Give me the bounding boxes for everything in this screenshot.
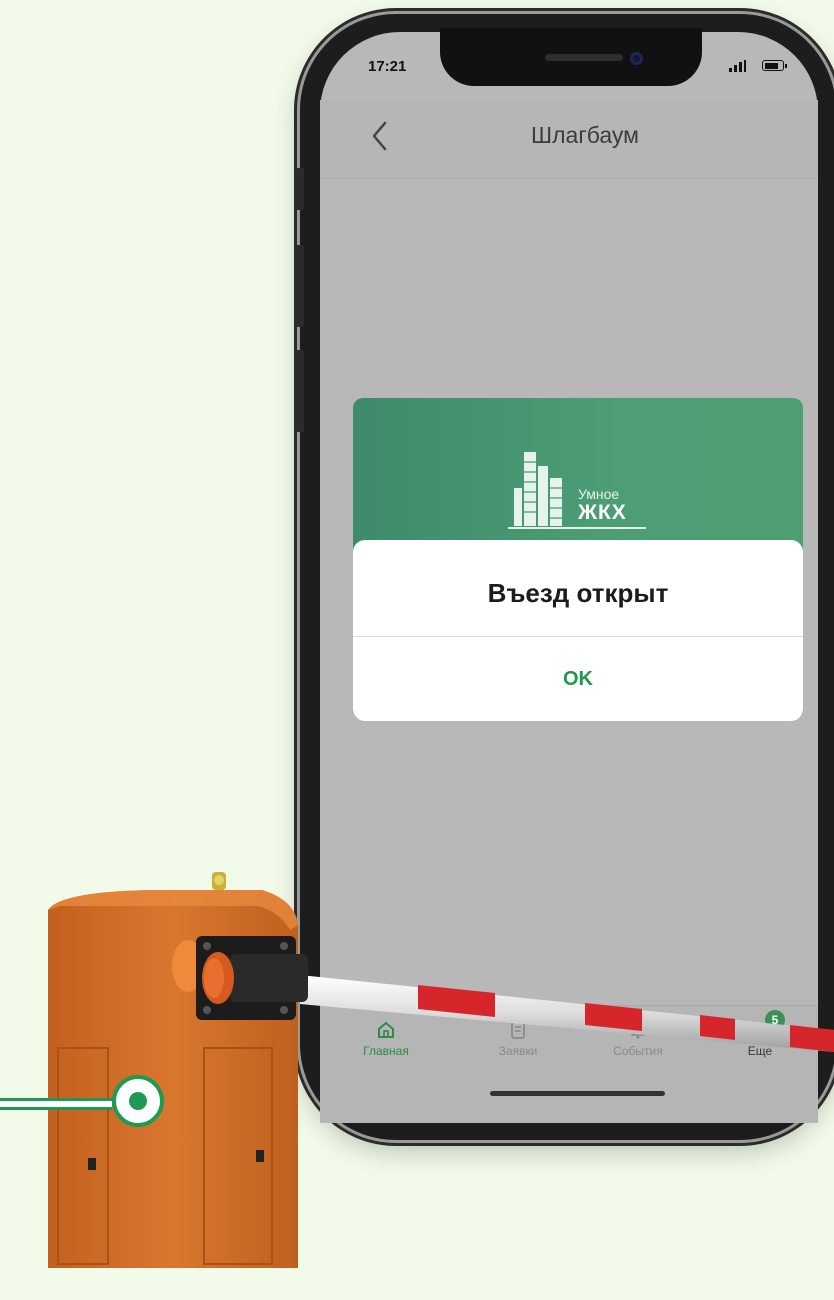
callout-marker-icon xyxy=(112,1075,164,1127)
logo-text-line1: Умное xyxy=(578,486,620,502)
status-time: 17:21 xyxy=(368,58,407,75)
callout-line xyxy=(0,1098,112,1110)
speaker xyxy=(545,54,623,61)
signal-icon xyxy=(729,60,746,72)
battery-icon xyxy=(762,60,787,71)
volume-down-button xyxy=(296,350,304,432)
back-icon[interactable] xyxy=(368,118,392,154)
mute-switch xyxy=(296,168,304,210)
logo-text-line2: ЖКХ xyxy=(578,501,627,524)
dialog-message: Въезд открыт xyxy=(487,578,669,608)
ok-button[interactable]: OK xyxy=(353,637,803,721)
logo-underline xyxy=(508,527,646,529)
front-camera xyxy=(630,52,643,65)
building-logo-icon xyxy=(514,452,562,526)
volume-up-button xyxy=(296,245,304,327)
page-title: Шлагбаум xyxy=(531,122,639,148)
